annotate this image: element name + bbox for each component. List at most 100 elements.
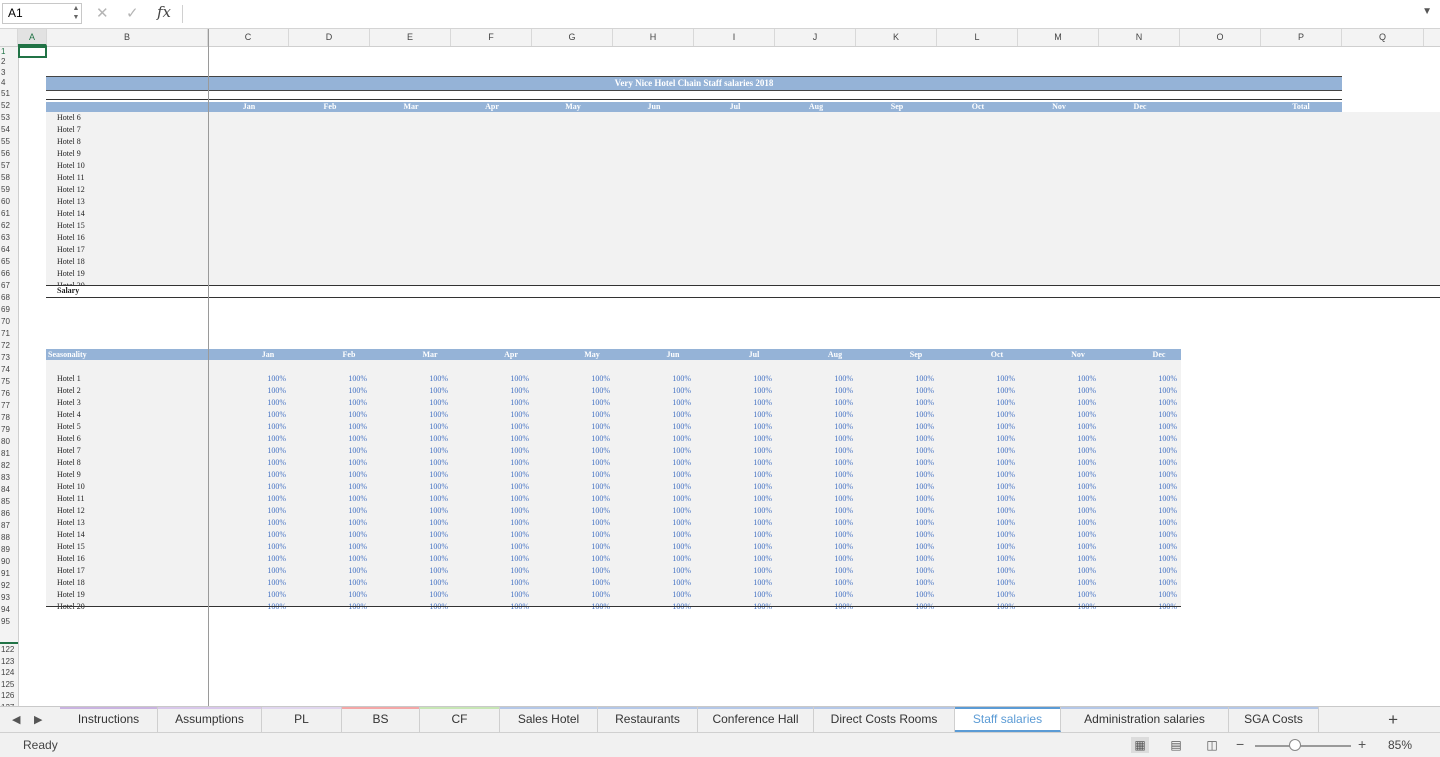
column-header[interactable]: G bbox=[532, 29, 613, 46]
seasonality-value[interactable]: 100% bbox=[307, 529, 367, 541]
seasonality-value[interactable]: 100% bbox=[550, 565, 610, 577]
seasonality-value[interactable]: 100% bbox=[1036, 457, 1096, 469]
seasonality-value[interactable]: 100% bbox=[550, 421, 610, 433]
formula-input[interactable] bbox=[186, 4, 1420, 26]
seasonality-value[interactable]: 100% bbox=[712, 565, 772, 577]
seasonality-value[interactable]: 100% bbox=[1117, 541, 1177, 553]
seasonality-value[interactable]: 100% bbox=[226, 373, 286, 385]
seasonality-value[interactable]: 100% bbox=[307, 409, 367, 421]
seasonality-value[interactable]: 100% bbox=[1036, 445, 1096, 457]
seasonality-value[interactable]: 100% bbox=[388, 409, 448, 421]
cell-area[interactable]: Very Nice Hotel Chain Staff salaries 201… bbox=[0, 47, 1440, 706]
seasonality-value[interactable]: 100% bbox=[955, 553, 1015, 565]
seasonality-value[interactable]: 100% bbox=[955, 589, 1015, 601]
seasonality-value[interactable]: 100% bbox=[226, 505, 286, 517]
seasonality-value[interactable]: 100% bbox=[793, 541, 853, 553]
seasonality-value[interactable]: 100% bbox=[1036, 409, 1096, 421]
seasonality-value[interactable]: 100% bbox=[226, 577, 286, 589]
seasonality-value[interactable]: 100% bbox=[388, 541, 448, 553]
seasonality-value[interactable]: 100% bbox=[631, 409, 691, 421]
seasonality-value[interactable]: 100% bbox=[307, 385, 367, 397]
sheet-tab[interactable]: BS bbox=[342, 707, 420, 732]
seasonality-value[interactable]: 100% bbox=[874, 577, 934, 589]
seasonality-value[interactable]: 100% bbox=[307, 577, 367, 589]
seasonality-value[interactable]: 100% bbox=[226, 421, 286, 433]
sheet-tab[interactable]: Staff salaries bbox=[955, 707, 1061, 732]
column-header[interactable]: E bbox=[370, 29, 451, 46]
seasonality-value[interactable]: 100% bbox=[550, 457, 610, 469]
seasonality-value[interactable]: 100% bbox=[874, 517, 934, 529]
sheet-tab[interactable]: PL bbox=[262, 707, 342, 732]
seasonality-value[interactable]: 100% bbox=[793, 589, 853, 601]
seasonality-value[interactable]: 100% bbox=[307, 589, 367, 601]
seasonality-value[interactable]: 100% bbox=[307, 493, 367, 505]
seasonality-value[interactable]: 100% bbox=[955, 469, 1015, 481]
seasonality-value[interactable]: 100% bbox=[1117, 589, 1177, 601]
seasonality-value[interactable]: 100% bbox=[712, 373, 772, 385]
seasonality-value[interactable]: 100% bbox=[550, 409, 610, 421]
seasonality-value[interactable]: 100% bbox=[793, 433, 853, 445]
seasonality-value[interactable]: 100% bbox=[469, 385, 529, 397]
seasonality-value[interactable]: 100% bbox=[226, 433, 286, 445]
seasonality-value[interactable]: 100% bbox=[388, 457, 448, 469]
normal-view-icon[interactable]: ▦ bbox=[1131, 737, 1149, 753]
column-header[interactable]: Q bbox=[1342, 29, 1424, 46]
seasonality-value[interactable]: 100% bbox=[307, 373, 367, 385]
seasonality-value[interactable]: 100% bbox=[793, 373, 853, 385]
seasonality-value[interactable]: 100% bbox=[874, 589, 934, 601]
seasonality-value[interactable]: 100% bbox=[712, 577, 772, 589]
seasonality-value[interactable]: 100% bbox=[1117, 445, 1177, 457]
seasonality-value[interactable]: 100% bbox=[712, 529, 772, 541]
seasonality-value[interactable]: 100% bbox=[1036, 481, 1096, 493]
seasonality-value[interactable]: 100% bbox=[712, 433, 772, 445]
seasonality-value[interactable]: 100% bbox=[631, 589, 691, 601]
seasonality-value[interactable]: 100% bbox=[226, 409, 286, 421]
seasonality-value[interactable]: 100% bbox=[388, 421, 448, 433]
seasonality-value[interactable]: 100% bbox=[793, 469, 853, 481]
seasonality-value[interactable]: 100% bbox=[226, 565, 286, 577]
seasonality-value[interactable]: 100% bbox=[712, 409, 772, 421]
column-header[interactable]: H bbox=[613, 29, 694, 46]
sheet-tab[interactable]: Instructions bbox=[60, 707, 158, 732]
seasonality-value[interactable]: 100% bbox=[874, 529, 934, 541]
seasonality-value[interactable]: 100% bbox=[388, 601, 448, 613]
seasonality-value[interactable]: 100% bbox=[550, 553, 610, 565]
seasonality-value[interactable]: 100% bbox=[712, 517, 772, 529]
zoom-slider-thumb[interactable] bbox=[1289, 739, 1301, 751]
seasonality-value[interactable]: 100% bbox=[712, 505, 772, 517]
seasonality-value[interactable]: 100% bbox=[550, 577, 610, 589]
seasonality-value[interactable]: 100% bbox=[1117, 517, 1177, 529]
seasonality-value[interactable]: 100% bbox=[793, 481, 853, 493]
seasonality-value[interactable]: 100% bbox=[1117, 505, 1177, 517]
column-header[interactable]: P bbox=[1261, 29, 1342, 46]
column-header[interactable]: A bbox=[18, 29, 47, 46]
zoom-slider[interactable] bbox=[1255, 745, 1351, 747]
column-header[interactable]: L bbox=[937, 29, 1018, 46]
seasonality-value[interactable]: 100% bbox=[793, 385, 853, 397]
seasonality-value[interactable]: 100% bbox=[631, 397, 691, 409]
seasonality-value[interactable]: 100% bbox=[874, 505, 934, 517]
page-layout-view-icon[interactable]: ▤ bbox=[1167, 737, 1185, 753]
seasonality-value[interactable]: 100% bbox=[955, 421, 1015, 433]
seasonality-value[interactable]: 100% bbox=[388, 445, 448, 457]
prev-sheet-icon[interactable]: ◀ bbox=[12, 713, 20, 726]
seasonality-value[interactable]: 100% bbox=[469, 577, 529, 589]
seasonality-value[interactable]: 100% bbox=[793, 493, 853, 505]
seasonality-value[interactable]: 100% bbox=[874, 469, 934, 481]
seasonality-value[interactable]: 100% bbox=[307, 601, 367, 613]
seasonality-value[interactable]: 100% bbox=[712, 589, 772, 601]
page-break-view-icon[interactable]: ◫ bbox=[1203, 737, 1221, 753]
seasonality-value[interactable]: 100% bbox=[307, 505, 367, 517]
seasonality-value[interactable]: 100% bbox=[307, 553, 367, 565]
seasonality-value[interactable]: 100% bbox=[469, 505, 529, 517]
seasonality-value[interactable]: 100% bbox=[388, 397, 448, 409]
seasonality-value[interactable]: 100% bbox=[793, 529, 853, 541]
column-header[interactable]: O bbox=[1180, 29, 1261, 46]
seasonality-value[interactable]: 100% bbox=[388, 373, 448, 385]
seasonality-value[interactable]: 100% bbox=[388, 577, 448, 589]
seasonality-value[interactable]: 100% bbox=[955, 493, 1015, 505]
seasonality-value[interactable]: 100% bbox=[469, 457, 529, 469]
seasonality-value[interactable]: 100% bbox=[1036, 397, 1096, 409]
active-cell-cursor[interactable] bbox=[18, 46, 47, 58]
seasonality-value[interactable]: 100% bbox=[1036, 529, 1096, 541]
